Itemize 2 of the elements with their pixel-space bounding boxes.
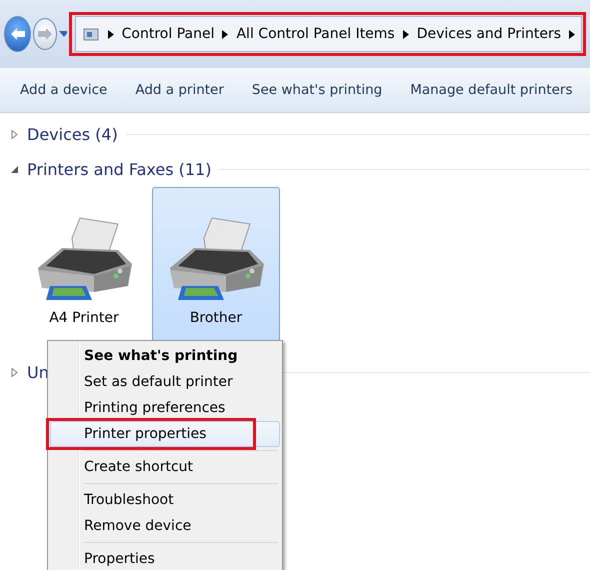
printer-name: A4 Printer	[49, 310, 119, 326]
printer-name: Brother	[190, 310, 242, 326]
